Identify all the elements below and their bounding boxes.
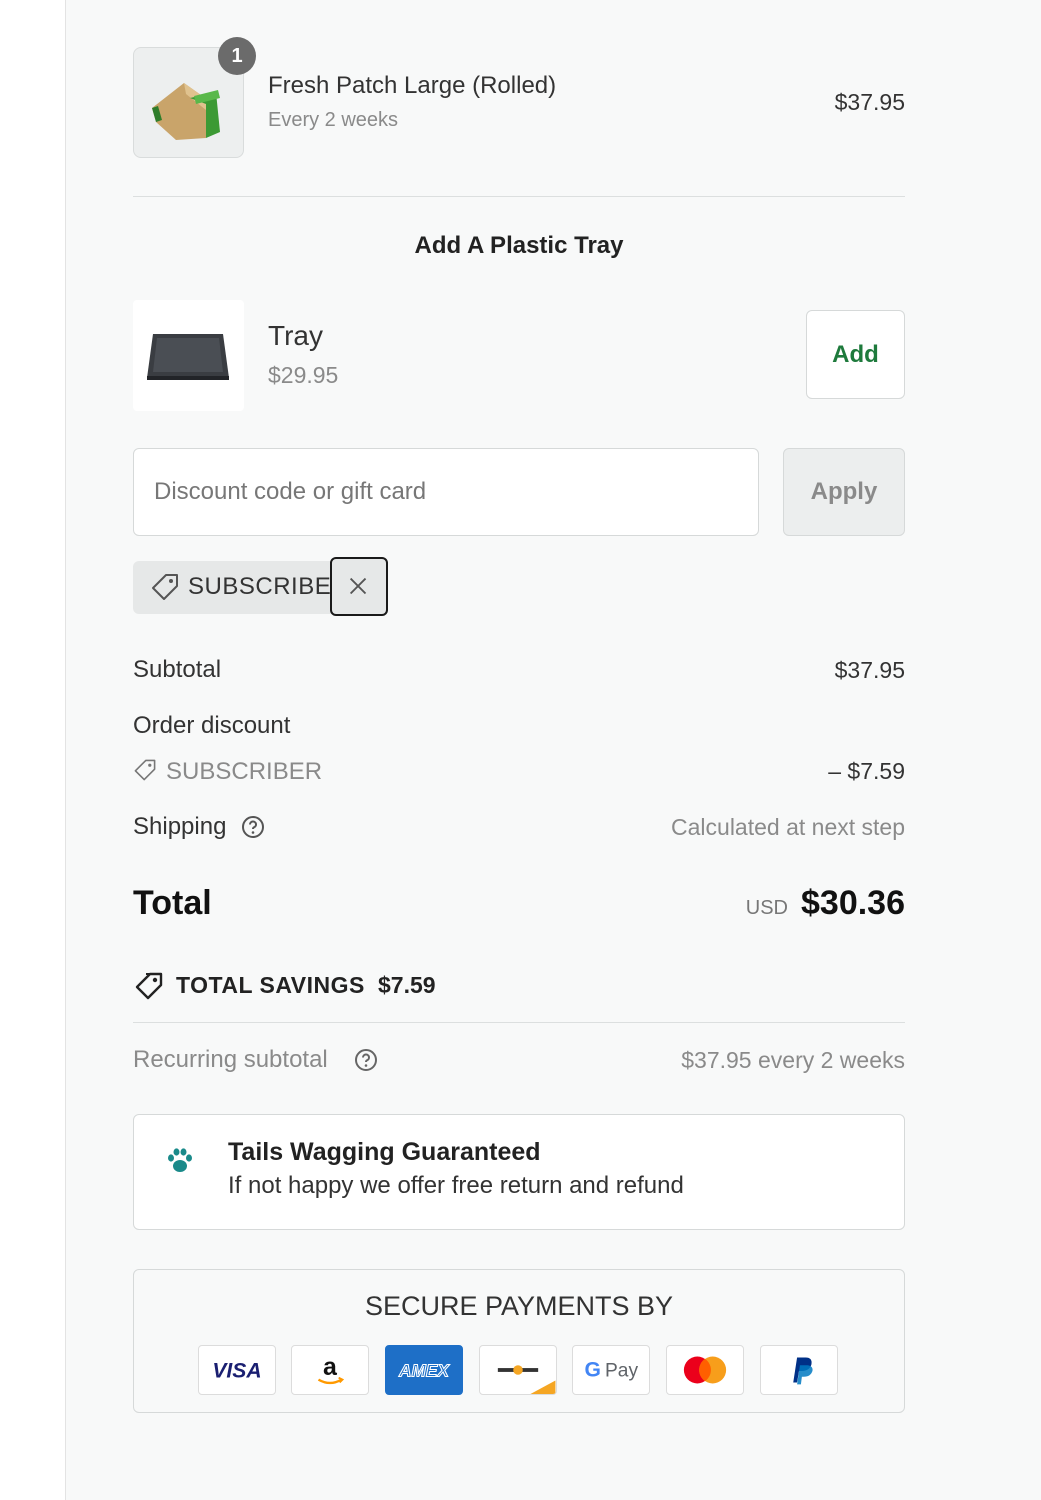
discover-icon: [479, 1345, 557, 1395]
guarantee-title: Tails Wagging Guaranteed: [228, 1138, 541, 1166]
shipping-value: Calculated at next step: [671, 814, 905, 840]
subtotal-value: $37.95: [834, 657, 905, 683]
total-value: $30.36: [801, 884, 905, 922]
divider: [133, 1022, 905, 1023]
savings-tag-icon: [135, 972, 163, 1000]
amazon-text: a: [323, 1353, 338, 1381]
apply-discount-button[interactable]: Apply: [783, 448, 905, 536]
order-discount-value: – $7.59: [828, 758, 905, 784]
left-column: [0, 0, 66, 1500]
amex-text: AMEX: [398, 1361, 450, 1381]
recurring-subtotal-label: Recurring subtotal: [133, 1046, 328, 1073]
remove-discount-button[interactable]: [330, 557, 388, 616]
total-savings-label: TOTAL SAVINGS: [176, 972, 365, 998]
gpay-text: Pay: [605, 1361, 638, 1382]
help-icon[interactable]: [241, 815, 265, 839]
shipping-label: Shipping: [133, 813, 227, 840]
mastercard-icon: [666, 1345, 744, 1395]
paw-icon: [168, 1148, 192, 1172]
guarantee-text: If not happy we offer free return and re…: [228, 1172, 684, 1199]
google-pay-icon: G Pay: [572, 1345, 650, 1395]
add-tray-button[interactable]: Add: [806, 310, 905, 399]
product-name: Fresh Patch Large (Rolled): [268, 72, 557, 99]
divider: [133, 196, 905, 197]
visa-icon: VISA: [198, 1345, 276, 1395]
amazon-pay-icon: a: [291, 1345, 369, 1395]
upsell-product-name: Tray: [268, 320, 323, 351]
total-savings-value: $7.59: [378, 972, 436, 998]
tag-icon: [134, 759, 156, 781]
amex-icon: AMEX: [385, 1345, 463, 1395]
secure-payments-title: SECURE PAYMENTS BY: [364, 1291, 674, 1321]
tag-icon: [152, 574, 178, 600]
svg-text:G: G: [585, 1359, 601, 1382]
recurring-subtotal-value: $37.95 every 2 weeks: [681, 1047, 905, 1073]
tray-thumbnail: [133, 300, 244, 411]
order-discount-label: Order discount: [133, 712, 291, 739]
upsell-heading: Add A Plastic Tray: [414, 232, 624, 259]
product-frequency: Every 2 weeks: [268, 109, 399, 131]
subtotal-label: Subtotal: [133, 656, 222, 683]
applied-discount-code: SUBSCRIBER: [188, 573, 350, 600]
paypal-icon: [760, 1345, 838, 1395]
order-discount-code: SUBSCRIBER: [166, 758, 323, 785]
upsell-product-price: $29.95: [268, 362, 339, 388]
visa-text: VISA: [212, 1360, 261, 1383]
product-price: $37.95: [834, 89, 905, 115]
discount-code-input[interactable]: [133, 448, 759, 536]
quantity-badge: 1: [218, 37, 256, 75]
help-icon[interactable]: [354, 1048, 378, 1072]
plastic-tray-image: [147, 334, 229, 380]
total-label: Total: [133, 884, 212, 922]
close-icon: [349, 577, 367, 595]
total-currency: USD: [745, 897, 788, 919]
